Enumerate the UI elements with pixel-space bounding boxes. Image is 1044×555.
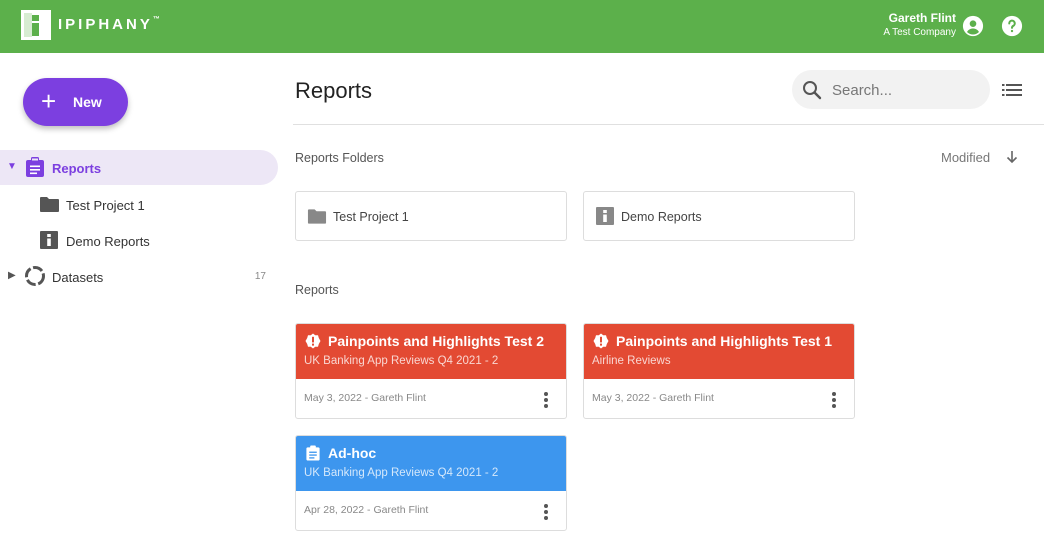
- report-card-header: Ad-hoc UK Banking App Reviews Q4 2021 - …: [296, 436, 566, 491]
- alert-icon: [305, 333, 321, 349]
- reports-section-title: Reports: [295, 283, 339, 297]
- logo-icon[interactable]: [21, 10, 51, 40]
- report-card-header: Painpoints and Highlights Test 2 UK Bank…: [296, 324, 566, 379]
- report-meta: May 3, 2022 - Gareth Flint: [304, 392, 426, 404]
- sidebar-item-reports[interactable]: ▼ Reports: [0, 150, 278, 185]
- new-button-label: New: [73, 94, 102, 110]
- user-company: A Test Company: [883, 27, 956, 38]
- search-icon[interactable]: [802, 80, 822, 100]
- page-title: Reports: [295, 78, 373, 103]
- header-divider: [293, 124, 1044, 125]
- caret-down-icon[interactable]: ▼: [7, 161, 17, 172]
- sidebar-item-label: Reports: [52, 161, 102, 176]
- report-card[interactable]: Painpoints and Highlights Test 2 UK Bank…: [295, 323, 567, 419]
- sort-arrow-down-icon[interactable]: [1005, 150, 1019, 164]
- folder-card-label: Test Project 1: [333, 210, 409, 224]
- folder-card[interactable]: Demo Reports: [583, 191, 855, 241]
- folder-icon: [40, 197, 59, 212]
- search-box[interactable]: [792, 70, 990, 109]
- clipboard-icon: [26, 157, 44, 177]
- search-input[interactable]: [832, 80, 982, 100]
- dataset-count: 17: [254, 271, 266, 282]
- folder-icon: [307, 209, 327, 224]
- report-meta: Apr 28, 2022 - Gareth Flint: [304, 504, 429, 516]
- top-bar: IPIPHANY™ Gareth Flint A Test Company: [0, 0, 1044, 53]
- folders-section-title: Reports Folders: [295, 151, 384, 165]
- report-title: Painpoints and Highlights Test 1: [616, 333, 832, 349]
- info-folder-icon: [596, 207, 614, 225]
- sidebar-item-label: Demo Reports: [66, 234, 150, 249]
- sidebar-item-label: Test Project 1: [66, 198, 145, 213]
- alert-icon: [593, 333, 609, 349]
- report-card[interactable]: Painpoints and Highlights Test 1 Airline…: [583, 323, 855, 419]
- report-title: Ad-hoc: [328, 445, 377, 461]
- report-subtitle: UK Banking App Reviews Q4 2021 - 2: [304, 355, 499, 367]
- folder-card[interactable]: Test Project 1: [295, 191, 567, 241]
- help-icon[interactable]: [1001, 15, 1023, 37]
- more-vert-icon[interactable]: [825, 390, 843, 410]
- clipboard-icon: [306, 445, 320, 461]
- sidebar-item-label: Datasets: [52, 270, 104, 285]
- report-meta: May 3, 2022 - Gareth Flint: [592, 392, 714, 404]
- dataset-ring-icon: [25, 266, 45, 286]
- logo-wordmark[interactable]: IPIPHANY™: [58, 16, 160, 33]
- info-folder-icon: [40, 231, 58, 249]
- sidebar-item-test-project-1[interactable]: Test Project 1: [0, 187, 278, 222]
- more-vert-icon[interactable]: [537, 390, 555, 410]
- report-title: Painpoints and Highlights Test 2: [328, 333, 544, 349]
- sort-label[interactable]: Modified: [941, 150, 990, 165]
- report-card-header: Painpoints and Highlights Test 1 Airline…: [584, 324, 854, 379]
- user-name[interactable]: Gareth Flint: [889, 11, 956, 25]
- report-subtitle: Airline Reviews: [592, 355, 671, 367]
- new-button[interactable]: + New: [23, 78, 128, 126]
- more-vert-icon[interactable]: [537, 502, 555, 522]
- plus-icon: +: [41, 86, 57, 116]
- sidebar-item-demo-reports[interactable]: Demo Reports: [0, 223, 278, 258]
- report-card[interactable]: Ad-hoc UK Banking App Reviews Q4 2021 - …: [295, 435, 567, 531]
- account-icon[interactable]: [962, 15, 984, 37]
- folder-card-label: Demo Reports: [621, 210, 702, 224]
- report-subtitle: UK Banking App Reviews Q4 2021 - 2: [304, 467, 499, 479]
- caret-right-icon[interactable]: ▶: [8, 270, 16, 281]
- sidebar-item-datasets[interactable]: ▶ Datasets 17: [0, 259, 278, 294]
- list-view-icon[interactable]: [1002, 82, 1022, 98]
